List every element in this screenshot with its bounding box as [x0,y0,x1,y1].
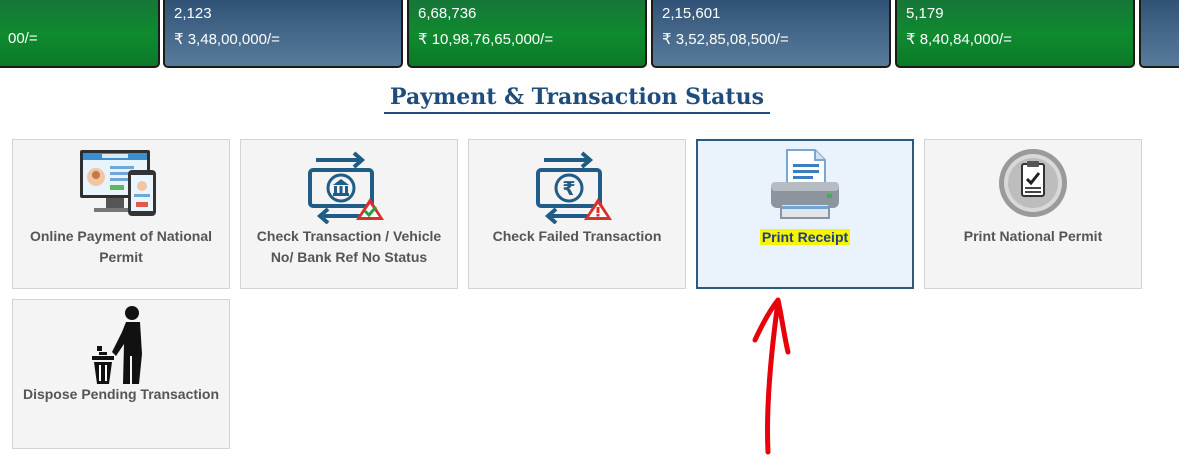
stat-card-1: 00/= [0,0,160,68]
bank-transaction-status-icon [304,148,394,229]
tile-check-transaction[interactable]: Check Transaction / Vehicle No/ Bank Ref… [240,139,458,289]
stat-card-6-edge [1139,0,1179,68]
annotation-arrow [752,297,791,455]
stat-card-4: 2,15,601 ₹ 3,52,85,08,500/= [651,0,891,68]
online-payment-icon [76,148,166,225]
svg-text:₹: ₹ [562,178,575,200]
tile-label: Online Payment of National Permit [29,228,213,265]
stat-count: 2,123 [174,5,212,22]
permit-seal-icon [993,146,1073,225]
tile-label: Check Transaction / Vehicle No/ Bank Ref… [256,228,442,265]
stat-amount: ₹ 8,40,84,000/= [906,31,1012,48]
tile-label: Print National Permit [963,228,1103,244]
section-heading-wrap: Payment & Transaction Status [0,84,1154,114]
stat-card-2: 2,123 ₹ 3,48,00,000/= [163,0,403,68]
tile-check-failed-transaction[interactable]: ₹ Check Failed Transaction [468,139,686,289]
tile-dispose-pending-transaction[interactable]: Dispose Pending Transaction [12,299,230,449]
stat-count: 2,15,601 [662,5,721,22]
stat-amount: ₹ 3,48,00,000/= [174,31,280,48]
tile-label-highlight: Print Receipt [759,229,851,245]
stat-amount: ₹ 3,52,85,08,500/= [662,31,789,48]
section-title: Payment & Transaction Status [384,84,770,114]
printer-icon [765,148,845,227]
tile-label: Print Receipt [704,227,906,248]
tile-online-payment[interactable]: Online Payment of National Permit [12,139,230,289]
tile-print-national-permit[interactable]: Print National Permit [924,139,1142,289]
dispose-trash-icon [86,304,156,391]
stat-amount: 00/= [8,30,38,47]
tile-label: Check Failed Transaction [492,228,662,244]
stat-count: 6,68,736 [418,5,477,22]
stat-card-5: 5,179 ₹ 8,40,84,000/= [895,0,1135,68]
stat-card-3: 6,68,736 ₹ 10,98,76,65,000/= [407,0,647,68]
failed-transaction-icon: ₹ [532,148,622,229]
tile-label: Dispose Pending Transaction [22,386,220,402]
stat-amount: ₹ 10,98,76,65,000/= [418,31,554,48]
tile-print-receipt[interactable]: Print Receipt [696,139,914,289]
stat-count: 5,179 [906,5,944,22]
